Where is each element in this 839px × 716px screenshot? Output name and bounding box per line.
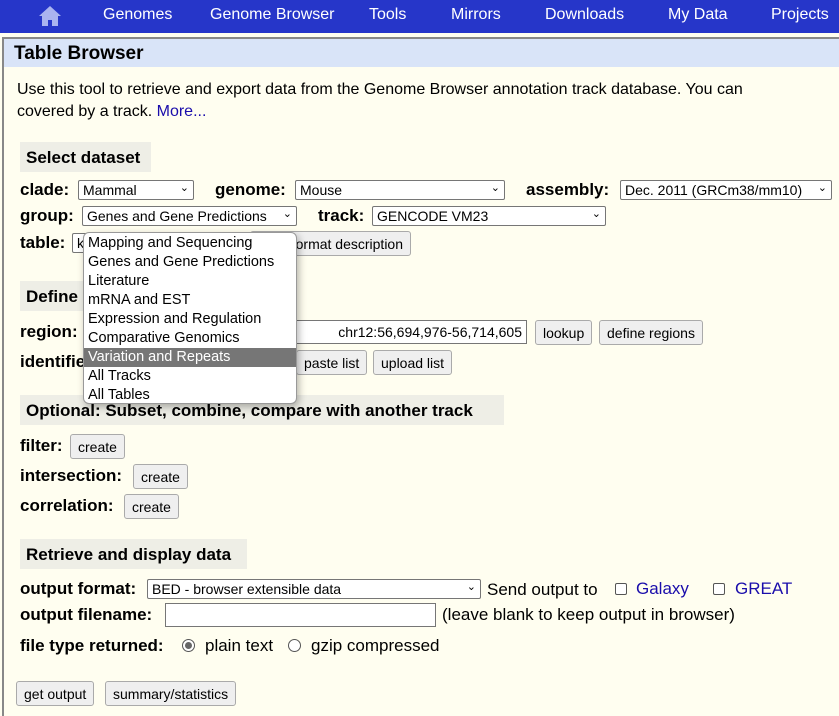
nav-tools[interactable]: Tools <box>369 6 406 24</box>
assembly-label: assembly: <box>526 180 610 199</box>
group-select[interactable]: Genes and Gene Predictions ⌄ <box>82 206 297 226</box>
group-option[interactable]: Comparative Genomics <box>84 329 296 348</box>
nav-projects[interactable]: Projects <box>771 6 829 24</box>
intro-text-2: covered by a track. More... <box>17 103 206 121</box>
nav-downloads[interactable]: Downloads <box>545 6 624 24</box>
intro-text-2-body: covered by a track. <box>17 103 153 120</box>
group-value: Genes and Gene Predictions <box>87 208 267 224</box>
genome-label: genome: <box>215 180 286 199</box>
track-value: GENCODE VM23 <box>377 208 489 224</box>
assembly-value: Dec. 2011 (GRCm38/mm10) <box>625 182 803 198</box>
output-format-label: output format: <box>20 579 137 598</box>
gzip-label: gzip compressed <box>311 636 440 655</box>
clade-value: Mammal <box>83 182 137 198</box>
plain-text-label: plain text <box>205 636 274 655</box>
chevron-down-icon: ⌄ <box>591 208 601 220</box>
group-option[interactable]: Literature <box>84 272 296 291</box>
upload-list-button[interactable]: upload list <box>373 350 453 375</box>
galaxy-checkbox[interactable] <box>615 583 627 595</box>
file-type-label: file type returned: <box>20 636 164 655</box>
genome-select[interactable]: Mouse ⌄ <box>295 180 505 200</box>
chevron-down-icon: ⌄ <box>282 208 292 220</box>
more-link[interactable]: More... <box>157 103 207 120</box>
group-label: group: <box>20 206 74 225</box>
select-dataset-header: Select dataset <box>20 142 151 172</box>
intersection-create-button[interactable]: create <box>133 464 188 489</box>
get-output-button[interactable]: get output <box>16 681 95 706</box>
genome-value: Mouse <box>300 182 343 198</box>
nav-genomes[interactable]: Genomes <box>103 6 172 24</box>
group-option[interactable]: Mapping and Sequencing <box>84 234 296 253</box>
page-title: Table Browser <box>14 43 144 64</box>
correlation-label: correlation: <box>20 496 114 515</box>
track-select[interactable]: GENCODE VM23 ⌄ <box>372 206 606 226</box>
output-filename-input[interactable] <box>165 603 436 627</box>
chevron-down-icon: ⌄ <box>490 182 500 194</box>
lookup-button[interactable]: lookup <box>535 320 593 345</box>
track-label: track: <box>318 206 365 225</box>
chevron-down-icon: ⌄ <box>179 182 189 194</box>
group-option[interactable]: All Tables <box>84 386 296 405</box>
define-regions-button[interactable]: define regions <box>599 320 703 345</box>
gzip-radio[interactable] <box>288 639 301 652</box>
group-option[interactable]: mRNA and EST <box>84 291 296 310</box>
clade-select[interactable]: Mammal ⌄ <box>78 180 194 200</box>
group-option[interactable]: Expression and Regulation <box>84 310 296 329</box>
table-label: table: <box>20 233 66 252</box>
nav-mirrors[interactable]: Mirrors <box>451 6 501 24</box>
intersection-label: intersection: <box>20 466 123 485</box>
nav-my-data[interactable]: My Data <box>668 6 728 24</box>
home-icon[interactable] <box>38 5 62 27</box>
output-filename-label: output filename: <box>20 605 153 624</box>
chevron-down-icon: ⌄ <box>817 182 827 194</box>
clade-label: clade: <box>20 180 70 199</box>
plain-text-radio[interactable] <box>182 639 195 652</box>
intro-text: Use this tool to retrieve and export dat… <box>17 81 743 98</box>
nav-genome-browser[interactable]: Genome Browser <box>210 6 335 24</box>
paste-list-button[interactable]: paste list <box>296 350 368 375</box>
group-dropdown-list[interactable]: Mapping and Sequencing Genes and Gene Pr… <box>83 232 297 404</box>
assembly-select[interactable]: Dec. 2011 (GRCm38/mm10) ⌄ <box>620 180 832 200</box>
group-option-highlighted[interactable]: Variation and Repeats <box>84 348 296 367</box>
top-nav: Genomes Genome Browser Tools Mirrors Dow… <box>0 0 839 33</box>
chevron-down-icon: ⌄ <box>466 581 476 593</box>
filter-label: filter: <box>20 436 63 455</box>
filter-create-button[interactable]: create <box>70 434 125 459</box>
great-link[interactable]: GREAT <box>735 579 792 599</box>
group-option[interactable]: Genes and Gene Predictions <box>84 253 296 272</box>
region-label: region: <box>20 322 78 341</box>
correlation-create-button[interactable]: create <box>124 494 179 519</box>
group-option[interactable]: All Tracks <box>84 367 296 386</box>
galaxy-link[interactable]: Galaxy <box>636 579 689 599</box>
great-checkbox[interactable] <box>713 583 725 595</box>
output-format-select[interactable]: BED - browser extensible data ⌄ <box>147 579 481 599</box>
retrieve-header: Retrieve and display data <box>20 539 247 569</box>
output-filename-hint: (leave blank to keep output in browser) <box>442 605 735 624</box>
title-bar: Table Browser <box>4 39 839 67</box>
send-output-label: Send output to <box>487 580 598 599</box>
output-format-value: BED - browser extensible data <box>152 581 342 597</box>
summary-statistics-button[interactable]: summary/statistics <box>105 681 237 706</box>
